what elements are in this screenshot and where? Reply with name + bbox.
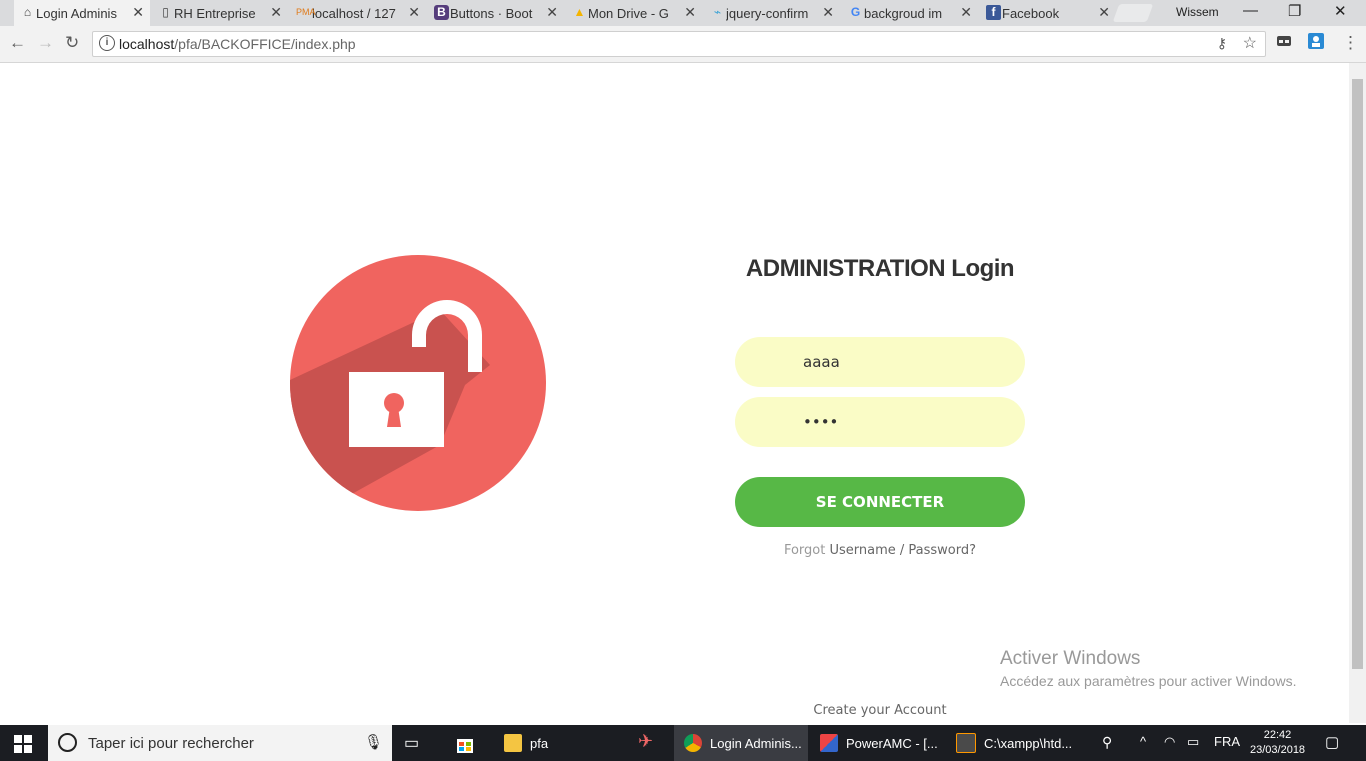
wifi-icon[interactable]: ◠ [1164, 734, 1175, 750]
close-icon[interactable]: ✕ [270, 4, 282, 21]
close-icon[interactable]: ✕ [1098, 4, 1110, 21]
extension-icon[interactable] [1275, 32, 1293, 50]
close-icon[interactable]: ✕ [960, 4, 972, 21]
poweramc-icon [820, 734, 838, 752]
cortana-icon[interactable] [58, 733, 77, 752]
tab-title: backgroud im [864, 5, 943, 21]
info-icon[interactable]: i [99, 35, 115, 51]
forgot-credentials-link[interactable]: Username / Password? [829, 543, 976, 558]
tab-title: Buttons · Boot [450, 5, 533, 21]
taskbar-item-label: PowerAMC - [... [846, 735, 938, 751]
phpmyadmin-icon: PMA [296, 7, 316, 17]
bookmark-star-icon[interactable]: ☆ [1243, 33, 1257, 53]
username-field[interactable] [735, 337, 1025, 387]
home-icon: ⌂ [23, 5, 32, 19]
windows-start-icon[interactable] [14, 735, 32, 753]
tab-login-admin[interactable]: ⌂ Login Adminis ✕ [14, 0, 150, 26]
facebook-icon: f [986, 5, 1001, 20]
tab-title: RH Entreprise [174, 5, 256, 21]
tab-rh-entreprise[interactable]: ▯ RH Entreprise ✕ [152, 0, 288, 26]
battery-icon[interactable]: ▭ [1187, 734, 1199, 750]
people-icon[interactable]: ⚲ [1102, 734, 1112, 751]
microphone-icon[interactable]: 🎙 [364, 733, 383, 751]
windows-activation-watermark: Activer Windows Accédez aux paramètres p… [1000, 648, 1296, 689]
close-icon[interactable]: ✕ [546, 4, 558, 21]
folder-icon [504, 734, 522, 752]
clock-date: 23/03/2018 [1250, 744, 1306, 756]
app-launcher-icon[interactable]: ✈ [638, 731, 653, 752]
taskbar-item-label: C:\xampp\htd... [984, 735, 1073, 751]
close-icon[interactable]: ✕ [132, 4, 144, 21]
tab-title: localhost / 127 [312, 5, 396, 21]
page-scrollbar[interactable] [1349, 63, 1366, 723]
forward-arrow-icon[interactable]: → [37, 33, 54, 53]
activation-subtitle: Accédez aux paramètres pour activer Wind… [1000, 673, 1297, 689]
close-icon[interactable]: ✕ [822, 4, 834, 21]
google-icon: G [850, 5, 861, 19]
tab-phpmyadmin[interactable]: PMA localhost / 127 ✕ [290, 0, 426, 26]
sublime-icon [956, 733, 976, 753]
taskbar-item-label: pfa [530, 735, 549, 751]
menu-icon[interactable]: ⋮ [1342, 33, 1359, 53]
taskbar-item-sublime[interactable]: C:\xampp\htd... [946, 725, 1080, 761]
tab-title: Login Adminis [36, 5, 117, 21]
jquery-icon: ⌁ [713, 5, 722, 19]
task-view-icon[interactable]: ▭ [404, 733, 419, 753]
address-bar[interactable]: i localhost/pfa/BACKOFFICE/index.php ⚷ ☆ [92, 31, 1266, 57]
taskbar-search-box[interactable]: Taper ici pour rechercher 🎙 [48, 725, 392, 761]
close-icon[interactable]: ✕ [684, 4, 696, 21]
tab-google-search[interactable]: G backgroud im ✕ [842, 0, 978, 26]
key-icon[interactable]: ⚷ [1217, 35, 1227, 52]
close-icon[interactable]: ✕ [408, 4, 420, 21]
bootstrap-icon: B [434, 5, 449, 20]
user-extension-icon[interactable] [1307, 32, 1325, 50]
restore-icon[interactable]: ❐ [1288, 2, 1301, 20]
create-account-link[interactable]: Create your Account [735, 703, 1025, 718]
drive-icon: ▲ [573, 5, 586, 19]
store-icon[interactable] [455, 734, 475, 754]
clock[interactable]: 22:42 23/03/2018 [1250, 728, 1305, 758]
tab-google-drive[interactable]: ▲ Mon Drive - G ✕ [566, 0, 702, 26]
taskbar-item-chrome[interactable]: Login Adminis... [674, 725, 808, 761]
language-indicator[interactable]: FRA [1214, 734, 1240, 749]
activation-title: Activer Windows [1000, 648, 1141, 669]
tab-bootstrap-buttons[interactable]: B Buttons · Boot ✕ [428, 0, 564, 26]
tab-title: jquery-confirm [726, 5, 809, 21]
taskbar-item-poweramc[interactable]: PowerAMC - [... [810, 725, 944, 761]
profile-name[interactable]: Wissem [1176, 5, 1219, 19]
minimize-icon[interactable]: — [1243, 2, 1258, 19]
forgot-credentials: Forgot Username / Password? [735, 543, 1025, 558]
password-field[interactable] [735, 397, 1025, 447]
login-button[interactable]: SE CONNECTER [735, 477, 1025, 527]
search-placeholder: Taper ici pour rechercher [88, 735, 254, 752]
tab-title: Mon Drive - G [588, 5, 669, 21]
forgot-prefix: Forgot [783, 543, 826, 558]
scrollbar-thumb[interactable] [1352, 79, 1363, 669]
taskbar-item-pfa[interactable]: pfa [496, 725, 634, 761]
window-close-icon[interactable]: ✕ [1334, 2, 1347, 20]
taskbar-item-label: Login Adminis... [710, 735, 802, 751]
notification-icon[interactable]: ▢ [1325, 733, 1339, 751]
windows-taskbar: Taper ici pour rechercher 🎙 ▭ pfa ✈ Logi… [0, 725, 1366, 761]
tab-strip: ⌂ Login Adminis ✕ ▯ RH Entreprise ✕ PMA … [0, 0, 1366, 26]
tab-title: Facebook [1002, 5, 1060, 21]
page-title: ADMINISTRATION Login [745, 255, 1015, 282]
browser-toolbar: ← → ↻ i localhost/pfa/BACKOFFICE/index.p… [0, 26, 1366, 63]
chevron-up-icon[interactable]: ^ [1140, 734, 1146, 749]
url-text[interactable]: localhost/pfa/BACKOFFICE/index.php [119, 36, 356, 52]
back-arrow-icon[interactable]: ← [9, 33, 26, 53]
page-icon: ▯ [162, 5, 169, 19]
chrome-icon [684, 734, 702, 752]
unlocked-padlock-icon [290, 255, 546, 511]
tab-jquery-confirm[interactable]: ⌁ jquery-confirm ✕ [704, 0, 840, 26]
reload-icon[interactable]: ↻ [65, 33, 79, 53]
clock-time: 22:42 [1263, 729, 1292, 741]
tab-facebook[interactable]: f Facebook ✕ [980, 0, 1116, 26]
new-tab-button[interactable] [1112, 4, 1154, 22]
